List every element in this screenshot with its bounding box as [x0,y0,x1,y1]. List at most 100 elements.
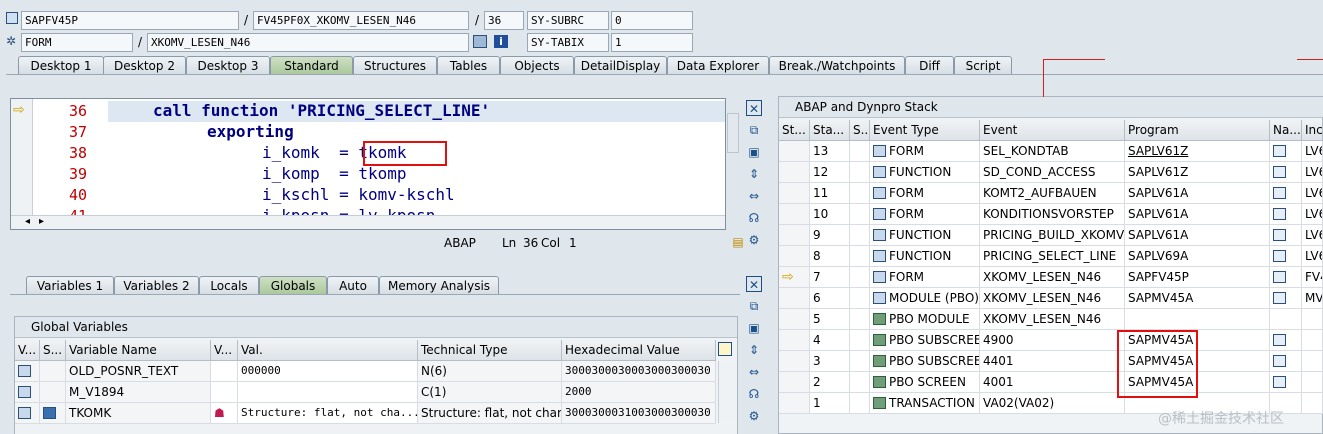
resize-icon[interactable]: ⇔ [746,188,762,204]
layout-icon[interactable]: ⧉ [746,298,762,314]
editor-scroll-thumb[interactable] [727,113,739,153]
editor-hscrollbar[interactable] [11,215,725,229]
stack-event[interactable]: XKOMV_LESEN_N46 [980,309,1125,330]
navigate-icon[interactable] [1273,145,1286,157]
display-source-icon[interactable] [473,35,487,48]
stack-event[interactable]: XKOMV_LESEN_N46 [980,267,1125,288]
line-field[interactable]: 36 [484,11,524,30]
program-field[interactable]: SAPFV45P [21,11,239,30]
globals-hscrollbar[interactable] [15,424,737,434]
source-editor[interactable]: ⇨ 36 37 38 39 40 41 call function 'PRICI… [10,98,726,230]
navigate-icon[interactable] [1273,166,1286,178]
tools-icon[interactable]: ⚙ [746,232,762,248]
stack-col-st[interactable]: St... [779,120,810,141]
tab-desktop-1[interactable]: Desktop 1 [18,56,104,75]
stack-program[interactable]: SAPFV45P [1125,267,1270,288]
maximize-icon[interactable]: ▣ [746,320,762,336]
tab-data-explorer[interactable]: Data Explorer [667,56,769,75]
tab-auto[interactable]: Auto [327,276,379,295]
stack-event[interactable]: KOMT2_AUFBAUEN [980,183,1125,204]
navigate-icon[interactable] [1273,292,1286,304]
sysvar-value-2[interactable]: 1 [611,33,693,52]
variable-value[interactable] [238,382,418,403]
layout-icon[interactable]: ⧉ [746,122,762,138]
stack-event[interactable]: 4900 [980,330,1125,351]
stack-nav-cell[interactable] [1270,267,1302,288]
navigate-icon[interactable] [1273,355,1286,367]
navigate-icon[interactable] [1273,229,1286,241]
stack-event-type[interactable]: PBO SUBSCREEN [870,351,980,372]
stack-nav-cell[interactable] [1270,288,1302,309]
tab-tables[interactable]: Tables [437,56,500,75]
include-field[interactable]: FV45PF0X_XKOMV_LESEN_N46 [253,11,469,30]
close-icon[interactable]: ✕ [746,276,762,292]
stack-event-type[interactable]: PBO SUBSCREEN [870,330,980,351]
stack-event-type[interactable]: FUNCTION [870,246,980,267]
stack-event-type[interactable]: FORM [870,183,980,204]
navigate-icon[interactable] [1273,250,1286,262]
stack-nav-cell[interactable] [1270,141,1302,162]
column-settings-icon[interactable] [718,342,732,356]
col-variable-name[interactable]: Variable Name [66,340,211,361]
stack-program[interactable]: SAPLV61A [1125,183,1270,204]
stack-event-type[interactable]: FORM [870,267,980,288]
stack-col-event[interactable]: Event [980,120,1125,141]
tab-memory-analysis[interactable]: Memory Analysis [379,276,499,295]
stack-event[interactable]: PRICING_BUILD_XKOMV [980,225,1125,246]
navigate-icon[interactable] [1273,376,1286,388]
tab-variables-2[interactable]: Variables 2 [114,276,199,295]
resize-icon[interactable]: ⇔ [746,364,762,380]
close-icon[interactable]: ✕ [746,100,762,116]
variable-value[interactable]: 000000 [238,361,418,382]
stack-event[interactable]: XKOMV_LESEN_N46 [980,288,1125,309]
stack-event-type[interactable]: PBO MODULE [870,309,980,330]
headset-icon[interactable]: ☊ [746,210,762,226]
scroll-left-icon[interactable]: ◂ [25,216,30,227]
stack-event[interactable]: SD_COND_ACCESS [980,162,1125,183]
tab-objects[interactable]: Objects [500,56,574,75]
variable-name[interactable]: OLD_POSNR_TEXT [66,361,211,382]
stack-event-type[interactable]: FORM [870,141,980,162]
event-name-field[interactable]: XKOMV_LESEN_N46 [147,33,469,52]
stack-nav-cell[interactable] [1270,330,1302,351]
stack-event[interactable]: PRICING_SELECT_LINE [980,246,1125,267]
headset-icon[interactable]: ☊ [746,386,762,402]
stack-col-program[interactable]: Program [1125,120,1270,141]
stack-event[interactable]: KONDITIONSVORSTEP [980,204,1125,225]
tools-icon[interactable]: ⚙ [746,408,762,424]
sysvar-name-1[interactable]: SY-SUBRC [527,11,609,30]
doc-icon[interactable]: ▤ [730,234,746,250]
stack-nav-cell[interactable] [1270,246,1302,267]
stack-col-level[interactable]: Sta... [810,120,850,141]
navigate-icon[interactable] [1273,187,1286,199]
tab-desktop-3[interactable]: Desktop 3 [186,56,270,75]
tab-desktop-2[interactable]: Desktop 2 [103,56,186,75]
stack-event[interactable]: 4001 [980,372,1125,393]
col-v1[interactable]: V... [15,340,40,361]
tab-breakpoints[interactable]: Break./Watchpoints [769,56,905,75]
stack-program[interactable]: SAPMV45A [1125,288,1270,309]
stack-nav-cell[interactable] [1270,309,1302,330]
tab-diff[interactable]: Diff [905,56,954,75]
stack-event[interactable]: 4401 [980,351,1125,372]
stack-event[interactable]: VA02(VA02) [980,393,1125,414]
stack-event-type[interactable]: FUNCTION [870,225,980,246]
tab-script[interactable]: Script [954,56,1012,75]
stack-program[interactable]: SAPLV61A [1125,204,1270,225]
stack-col-event-type[interactable]: Event Type [870,120,980,141]
stack-nav-cell[interactable] [1270,372,1302,393]
maximize-icon[interactable]: ▣ [746,144,762,160]
stack-nav-cell[interactable] [1270,162,1302,183]
stack-nav-cell[interactable] [1270,351,1302,372]
info-icon[interactable]: i [494,35,508,48]
navigate-icon[interactable] [1273,208,1286,220]
stack-event-type[interactable]: PBO SCREEN [870,372,980,393]
stack-event[interactable]: SEL_KONDTAB [980,141,1125,162]
stack-program[interactable]: SAPLV61A [1125,225,1270,246]
event-type-field[interactable]: FORM [21,33,133,52]
stack-col-nav[interactable]: Na... [1270,120,1302,141]
scroll-icon[interactable]: ⇕ [746,342,762,358]
stack-event-type[interactable]: MODULE (PBO) [870,288,980,309]
navigate-icon[interactable] [1273,334,1286,346]
tab-standard[interactable]: Standard [270,56,353,75]
